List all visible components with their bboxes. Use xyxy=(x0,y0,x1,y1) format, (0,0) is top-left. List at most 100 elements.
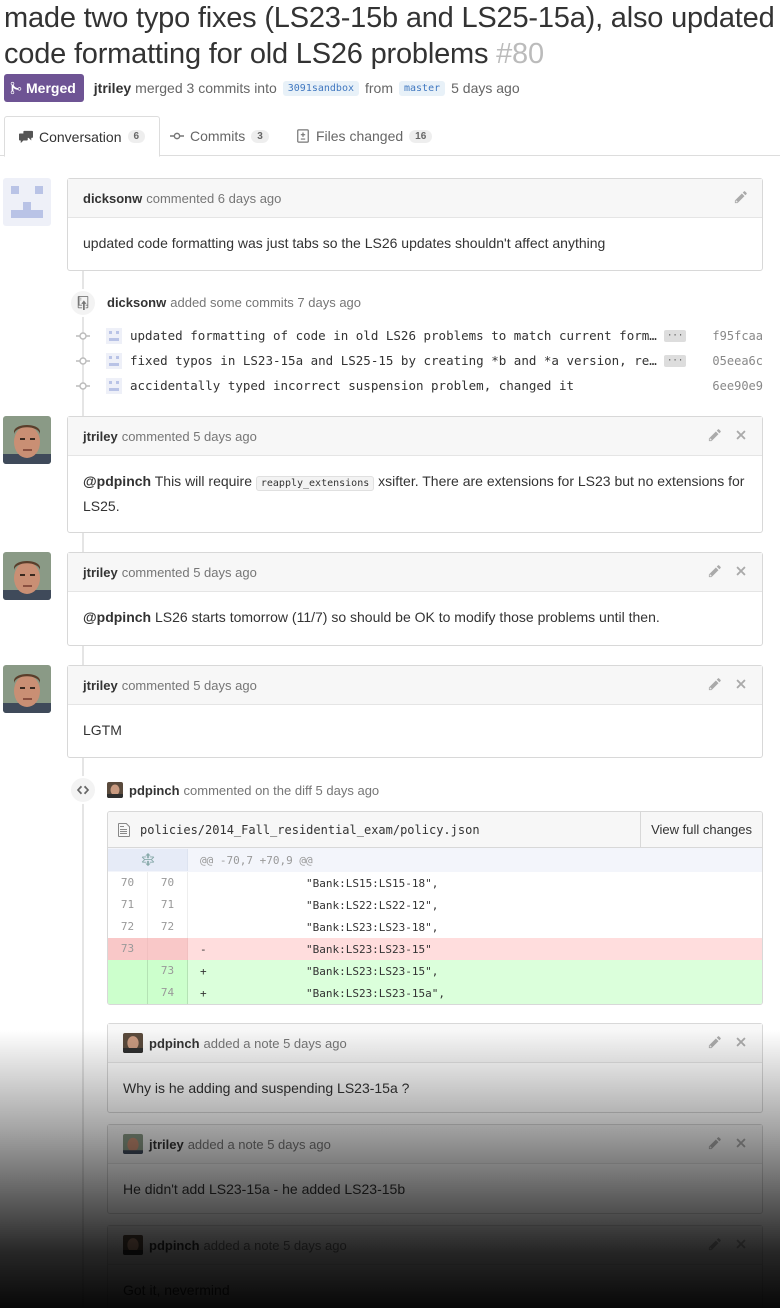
new-line-number[interactable]: 72 xyxy=(148,916,188,938)
commit-event-author[interactable]: dicksonw xyxy=(107,295,166,310)
old-line-number[interactable]: 71 xyxy=(108,894,148,916)
note-author[interactable]: jtriley xyxy=(149,1137,184,1152)
commit-event-text: dicksonw added some commits 7 days ago xyxy=(107,295,361,310)
code-icon xyxy=(69,776,97,804)
inline-code: reapply_extensions xyxy=(255,476,375,491)
note-header: jtriley added a note 5 days ago xyxy=(108,1125,762,1164)
new-line-number[interactable]: 73 xyxy=(148,960,188,982)
comment-body: @pdpinch LS26 starts tomorrow (11/7) so … xyxy=(68,592,762,643)
inline-note: jtriley added a note 5 days ago He didn'… xyxy=(107,1124,763,1214)
pencil-icon[interactable] xyxy=(708,564,722,578)
commit-sha[interactable]: f95fcaa xyxy=(712,329,763,343)
diff-line[interactable]: 70 70 "Bank:LS15:LS15-18", xyxy=(108,872,762,894)
commit-event-action: added some commits 7 days ago xyxy=(170,295,362,310)
comment-discussion-icon xyxy=(19,130,33,143)
base-branch[interactable]: 3091sandbox xyxy=(282,80,359,96)
comment-author[interactable]: jtriley xyxy=(83,429,118,444)
commit-message[interactable]: fixed typos in LS23-15a and LS25-15 by c… xyxy=(130,353,660,368)
pr-title: made two typo fixes (LS23-15b and LS25-1… xyxy=(4,0,780,72)
old-line-number[interactable] xyxy=(108,982,148,1004)
commit-row: updated formatting of code in old LS26 p… xyxy=(76,323,766,348)
diff-event-author[interactable]: pdpinch xyxy=(129,783,180,798)
commit-message[interactable]: updated formatting of code in old LS26 p… xyxy=(130,328,660,343)
comment-actions xyxy=(708,677,748,691)
note-actions xyxy=(708,1035,748,1049)
pencil-icon[interactable] xyxy=(708,1035,722,1049)
comment-author[interactable]: dicksonw xyxy=(83,191,142,206)
tab-commits[interactable]: Commits 3 xyxy=(156,116,283,156)
diff-file-header: policies/2014_Fall_residential_exam/poli… xyxy=(108,812,762,848)
tab-conversation[interactable]: Conversation 6 xyxy=(4,116,161,157)
diff-icon xyxy=(297,129,309,143)
diff-line[interactable]: 71 71 "Bank:LS22:LS22-12", xyxy=(108,894,762,916)
ellipsis-expander-button[interactable]: ··· xyxy=(664,354,687,367)
diff-event-action: commented on the diff 5 days ago xyxy=(183,782,380,798)
diff-code: + "Bank:LS23:LS23-15", xyxy=(200,964,439,978)
new-line-number[interactable]: 74 xyxy=(148,982,188,1004)
old-line-number[interactable]: 70 xyxy=(108,872,148,894)
tab-conversation-label: Conversation xyxy=(39,128,122,145)
avatar xyxy=(107,782,123,798)
avatar[interactable] xyxy=(3,552,51,600)
tab-commits-count: 3 xyxy=(251,129,269,143)
old-line-number[interactable] xyxy=(108,960,148,982)
new-line-number[interactable]: 71 xyxy=(148,894,188,916)
ellipsis-expander-button[interactable]: ··· xyxy=(664,329,687,342)
comment-actions xyxy=(708,428,748,442)
old-line-number[interactable]: 72 xyxy=(108,916,148,938)
tab-files-label: Files changed xyxy=(316,128,404,144)
pencil-icon[interactable] xyxy=(734,190,748,204)
close-icon[interactable] xyxy=(734,1136,748,1150)
comment-body: updated code formatting was just tabs so… xyxy=(83,235,606,251)
diff-line[interactable]: 72 72 "Bank:LS23:LS23-18", xyxy=(108,916,762,938)
comment: jtriley commented 5 days ago @pdpinch LS… xyxy=(67,552,763,646)
diff-line-deleted[interactable]: 73 - "Bank:LS23:LS23-15" xyxy=(108,938,762,960)
commit-message[interactable]: accidentally typed incorrect suspension … xyxy=(130,378,660,393)
pencil-icon[interactable] xyxy=(708,677,722,691)
view-full-changes-button[interactable]: View full changes xyxy=(640,812,762,847)
head-branch[interactable]: master xyxy=(399,80,446,96)
pencil-icon[interactable] xyxy=(708,1237,722,1251)
old-line-number[interactable]: 73 xyxy=(108,938,148,960)
repo-push-icon xyxy=(69,289,97,317)
commit-author-avatar xyxy=(106,352,122,369)
avatar[interactable] xyxy=(3,665,51,713)
merged-text: merged 3 commits into xyxy=(135,80,277,96)
commit-sha[interactable]: 6ee90e9 xyxy=(712,379,763,393)
new-line-number[interactable] xyxy=(148,938,188,960)
pr-title-text: made two typo fixes (LS23-15b and LS25-1… xyxy=(4,2,775,70)
new-line-number[interactable]: 70 xyxy=(148,872,188,894)
note-header: pdpinch added a note 5 days ago xyxy=(108,1024,762,1063)
avatar[interactable] xyxy=(3,178,51,226)
commit-sha[interactable]: 05eea6c xyxy=(712,354,763,368)
pencil-icon[interactable] xyxy=(708,428,722,442)
comment-author[interactable]: jtriley xyxy=(83,565,118,580)
avatar[interactable] xyxy=(3,416,51,464)
close-icon[interactable] xyxy=(734,1035,748,1049)
comment-header: dicksonw commented 6 days ago xyxy=(68,179,762,218)
pr-author-link[interactable]: jtriley xyxy=(94,80,131,96)
note-author[interactable]: pdpinch xyxy=(149,1036,200,1051)
avatar[interactable] xyxy=(123,1235,143,1255)
diff-hunk-header: @@ -70,7 +70,9 @@ xyxy=(108,848,762,872)
diff-line-added[interactable]: 74 + "Bank:LS23:LS23-15a", xyxy=(108,982,762,1004)
tab-files-changed[interactable]: Files changed 16 xyxy=(282,116,446,156)
pencil-icon[interactable] xyxy=(708,1136,722,1150)
close-icon[interactable] xyxy=(734,564,748,578)
avatar[interactable] xyxy=(123,1134,143,1154)
diff-line-added[interactable]: 73 + "Bank:LS23:LS23-15", xyxy=(108,960,762,982)
user-mention[interactable]: @pdpinch xyxy=(83,473,151,489)
close-icon[interactable] xyxy=(734,428,748,442)
unfold-icon[interactable] xyxy=(108,849,188,871)
avatar[interactable] xyxy=(123,1033,143,1053)
close-icon[interactable] xyxy=(734,1237,748,1251)
diff-code: "Bank:LS23:LS23-18", xyxy=(200,920,439,934)
note-time: added a note 5 days ago xyxy=(203,1237,347,1253)
user-mention[interactable]: @pdpinch xyxy=(83,609,151,625)
diff-file-path[interactable]: policies/2014_Fall_residential_exam/poli… xyxy=(140,823,480,837)
pr-meta: Merged jtriley merged 3 commits into 309… xyxy=(4,74,520,102)
comment-author[interactable]: jtriley xyxy=(83,678,118,693)
note-author[interactable]: pdpinch xyxy=(149,1238,200,1253)
diff-code: - "Bank:LS23:LS23-15" xyxy=(200,942,432,956)
close-icon[interactable] xyxy=(734,677,748,691)
